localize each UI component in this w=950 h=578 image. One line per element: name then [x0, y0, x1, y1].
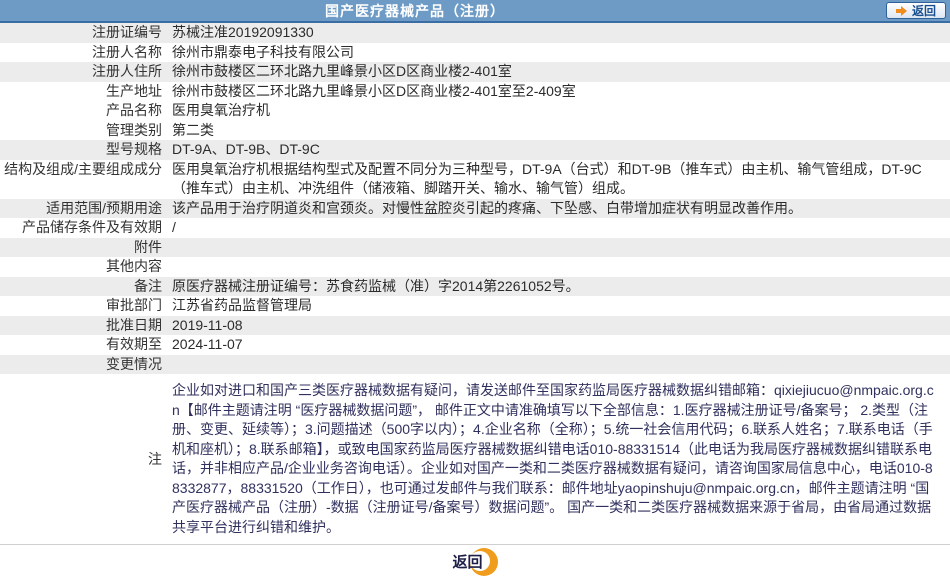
row-label: 有效期至	[106, 336, 162, 352]
note-row: 注 企业如对进口和国产三类医疗器械数据有疑问，请发送邮件至国家药监局医疗器械数据…	[0, 374, 950, 544]
header: 国产医疗器械产品（注册） 返回	[0, 0, 950, 23]
table-row: 有效期至 2024-11-07	[0, 335, 950, 355]
back-button-bottom[interactable]: 返回	[452, 547, 498, 576]
row-label: 备注	[134, 277, 162, 294]
table-row: 批准日期 2019-11-08	[0, 315, 950, 335]
row-value: 2019-11-08	[172, 316, 243, 333]
note-text: 企业如对进口和国产三类医疗器械数据有疑问，请发送邮件至国家药监局医疗器械数据纠错…	[172, 382, 934, 535]
arrow-right-icon	[895, 5, 907, 16]
row-value: 原医疗器械注册证编号：苏食药监械（准）字2014第2261052号。	[172, 277, 580, 294]
table-row: 结构及组成/主要组成成分 医用臭氧治疗机根据结构型式及配置不同分为三种型号，DT-…	[0, 160, 950, 199]
row-label: 变更情况	[106, 355, 162, 372]
table-row: 产品储存条件及有效期 /	[0, 218, 950, 238]
row-label: 其他内容	[106, 258, 162, 274]
row-value	[162, 238, 950, 258]
row-value: DT-9A、DT-9B、DT-9C	[172, 141, 320, 157]
table-row: 注册人住所 徐州市鼓楼区二环北路九里峰景小区D区商业楼2-401室	[0, 62, 950, 82]
table-row: 审批部门 江苏省药品监督管理局	[0, 296, 950, 316]
row-value: 江苏省药品监督管理局	[172, 297, 312, 313]
table-row: 变更情况	[0, 354, 950, 375]
table-row: 附件	[0, 237, 950, 258]
row-label: 生产地址	[106, 82, 162, 99]
back-button-bottom-label: 返回	[452, 554, 483, 571]
row-value: 医用臭氧治疗机	[172, 102, 270, 118]
row-label: 结构及组成/主要组成成分	[4, 160, 162, 177]
table-row: 备注 原医疗器械注册证编号：苏食药监械（准）字2014第2261052号。	[0, 276, 950, 296]
table-row: 注册人名称 徐州市鼎泰电子科技有限公司	[0, 43, 950, 63]
back-button-top[interactable]: 返回	[885, 2, 946, 19]
row-value	[162, 355, 950, 375]
back-button-top-label: 返回	[911, 4, 936, 18]
row-value: 该产品用于治疗阴道炎和宫颈炎。对慢性盆腔炎引起的疼痛、下坠感、白带增加症状有明显…	[172, 199, 802, 216]
table-row: 其他内容	[0, 257, 950, 277]
detail-table: 注册证编号 苏械注准20192091330 注册人名称 徐州市鼎泰电子科技有限公司 注册…	[0, 23, 950, 374]
row-label: 型号规格	[106, 141, 162, 157]
row-value	[162, 257, 950, 277]
table-row: 生产地址 徐州市鼓楼区二环北路九里峰景小区D区商业楼2-401室至2-409室	[0, 82, 950, 102]
row-value: 第二类	[172, 121, 214, 138]
row-value: 医用臭氧治疗机根据结构型式及配置不同分为三种型号，DT-9A（台式）和DT-9B…	[172, 160, 922, 197]
row-value: 徐州市鼎泰电子科技有限公司	[172, 43, 354, 60]
table-row: 管理类别 第二类	[0, 121, 950, 141]
row-label: 注册证编号	[92, 24, 162, 40]
table-row: 型号规格 DT-9A、DT-9B、DT-9C	[0, 140, 950, 160]
table-row: 产品名称 医用臭氧治疗机	[0, 101, 950, 121]
table-row: 注册证编号 苏械注准20192091330	[0, 23, 950, 43]
row-value: /	[172, 219, 176, 235]
note-label: 注	[148, 451, 162, 467]
row-value: 徐州市鼓楼区二环北路九里峰景小区D区商业楼2-401室	[172, 63, 512, 79]
row-value: 徐州市鼓楼区二环北路九里峰景小区D区商业楼2-401室至2-409室	[172, 82, 576, 99]
row-value: 2024-11-07	[172, 336, 243, 352]
row-label: 批准日期	[106, 316, 162, 333]
row-label: 注册人住所	[92, 63, 162, 79]
row-label: 管理类别	[106, 121, 162, 138]
row-label: 审批部门	[106, 297, 162, 313]
page-title: 国产医疗器械产品（注册）	[325, 2, 505, 19]
row-label: 注册人名称	[92, 43, 162, 60]
row-label: 附件	[134, 238, 162, 255]
row-label: 产品储存条件及有效期	[22, 219, 162, 235]
row-label: 适用范围/预期用途	[46, 199, 162, 216]
row-label: 产品名称	[106, 102, 162, 118]
row-value: 苏械注准20192091330	[172, 24, 314, 40]
footer: 返回	[0, 544, 950, 578]
table-row: 适用范围/预期用途 该产品用于治疗阴道炎和宫颈炎。对慢性盆腔炎引起的疼痛、下坠感、…	[0, 198, 950, 218]
